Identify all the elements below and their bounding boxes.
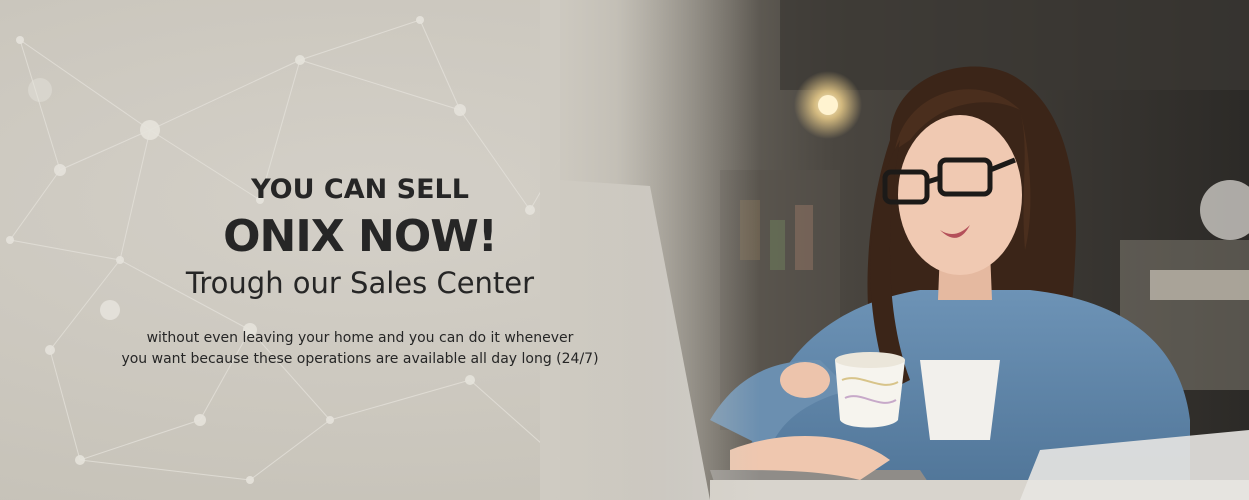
headline-top: YOU CAN SELL (251, 174, 469, 205)
hero-copy: YOU CAN SELL ONIX NOW! Trough our Sales … (100, 170, 620, 370)
body-text-line-2: you want because these operations are av… (121, 351, 599, 367)
hero-banner: YOU CAN SELL ONIX NOW! Trough our Sales … (0, 0, 1249, 500)
body-text-line-1: without even leaving your home and you c… (146, 330, 574, 346)
body-text: without even leaving your home and you c… (100, 328, 620, 370)
subheadline: Trough our Sales Center (185, 266, 535, 300)
woman-with-laptop-photo (560, 0, 1249, 500)
headline-main: ONIX NOW! (223, 211, 498, 262)
